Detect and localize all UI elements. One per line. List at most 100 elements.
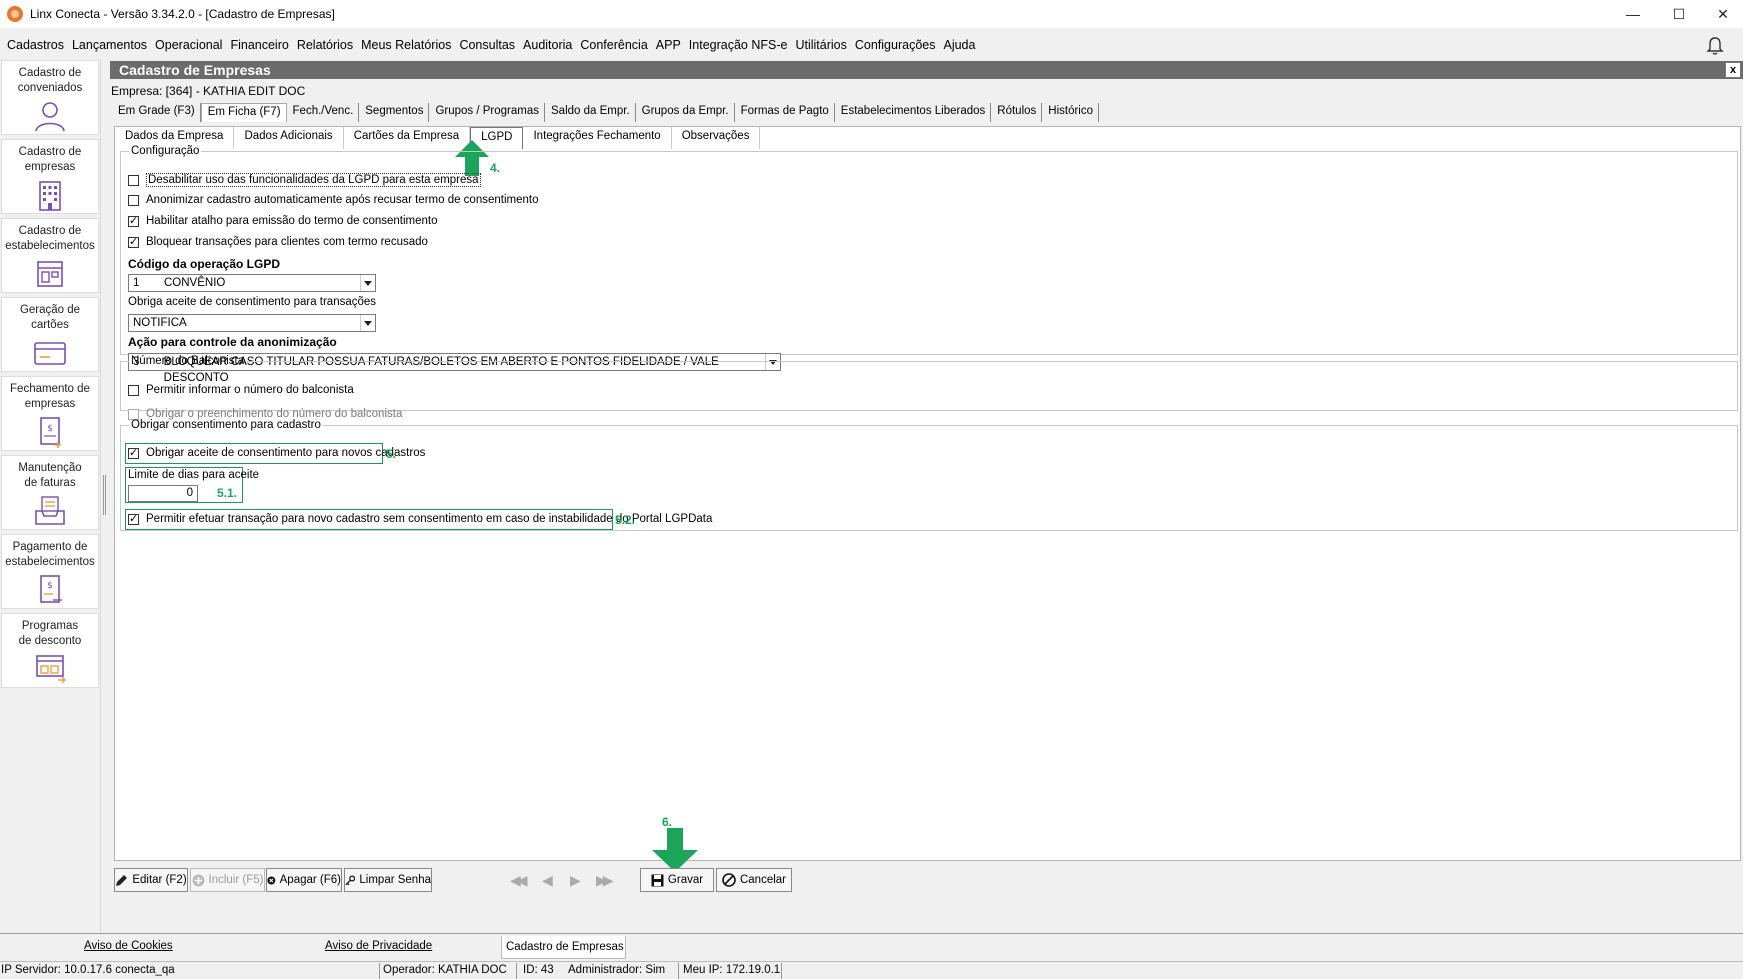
title-bar: Linx Conecta - Versão 3.34.2.0 - [Cadast… — [0, 0, 1743, 28]
first-record-icon: ◀◀ — [510, 872, 527, 888]
menu-consultas[interactable]: Consultas — [455, 38, 519, 52]
cancelar-button[interactable]: Cancelar — [716, 868, 792, 892]
bottom-toolbar: Editar (F2) Incluir (F5) Apagar (F6) Lim… — [114, 866, 1741, 892]
checkbox[interactable] — [128, 384, 139, 396]
tab-formas-pagto[interactable]: Formas de Pagto — [735, 103, 835, 122]
panel-header: Cadastro de Empresas x — [110, 61, 1743, 79]
pencil-icon — [116, 874, 128, 886]
card-icon — [34, 342, 66, 365]
sidebar-item-cartoes[interactable]: Geração de cartões — [1, 297, 99, 372]
menu-operacional[interactable]: Operacional — [151, 38, 226, 52]
delete-icon — [267, 876, 276, 884]
tab-em-ficha[interactable]: Em Ficha (F7) — [200, 103, 287, 122]
tray-icon — [35, 496, 65, 525]
key-icon — [345, 874, 356, 885]
tab-fech-venc[interactable]: Fech./Venc. — [287, 103, 360, 122]
menu-meus-relatorios[interactable]: Meus Relatórios — [357, 38, 455, 52]
codigo-operacao-select[interactable]: 1 CONVÊNIO — [128, 274, 376, 292]
checkbox[interactable] — [128, 512, 139, 526]
menu-integracao-nfse[interactable]: Integração NFS-e — [685, 38, 792, 52]
menu-cadastros[interactable]: Cadastros — [3, 38, 68, 52]
minimize-button[interactable]: — — [1610, 0, 1656, 28]
tab-saldo-empr[interactable]: Saldo da Empr. — [545, 103, 636, 122]
step-5-1-label: 5.1. — [217, 486, 238, 500]
tab-grupos-programas[interactable]: Grupos / Programas — [429, 103, 545, 122]
editar-button[interactable]: Editar (F2) — [114, 868, 188, 892]
tab-historico[interactable]: Histórico — [1042, 103, 1100, 122]
sidebar-item-desconto[interactable]: Programas de desconto — [1, 613, 99, 688]
sidebar-item-faturas[interactable]: Manutenção de faturas — [1, 455, 99, 530]
apagar-button[interactable]: Apagar (F6) — [266, 868, 342, 892]
empresa-label: Empresa: [364] - KATHIA EDIT DOC — [111, 84, 306, 98]
sidebar-item-pagamento[interactable]: Pagamento de estabelecimentos $ — [1, 534, 99, 609]
checkbox[interactable] — [128, 214, 139, 228]
next-record-icon: ▶ — [570, 872, 581, 888]
obriga-aceite-label: Obriga aceite de consentimento para tran… — [128, 296, 377, 308]
limite-dias-label: Limite de dias para aceite — [128, 469, 260, 481]
menu-relatorios[interactable]: Relatórios — [293, 38, 357, 52]
svg-text:$: $ — [47, 424, 53, 434]
limite-dias-input[interactable]: 0 — [128, 485, 198, 502]
menu-financeiro[interactable]: Financeiro — [226, 38, 292, 52]
menu-app[interactable]: APP — [652, 38, 685, 52]
check-desabilitar-lgpd[interactable]: Desabilitar uso das funcionalidades da L… — [128, 173, 481, 187]
open-window-tab[interactable]: Cadastro de Empresas — [501, 936, 626, 959]
menu-utilitarios[interactable]: Utilitários — [791, 38, 850, 52]
check-anonimizar[interactable]: Anonimizar cadastro automaticamente após… — [128, 194, 538, 206]
close-window-button[interactable]: ✕ — [1700, 0, 1743, 28]
menu-conferencia[interactable]: Conferência — [576, 38, 651, 52]
consentimento-legend: Obrigar consentimento para cadastro — [131, 419, 321, 431]
menu-auditoria[interactable]: Auditoria — [519, 38, 576, 52]
checkbox[interactable] — [128, 174, 139, 186]
last-record-icon: ▶▶ — [596, 872, 613, 888]
menu-ajuda[interactable]: Ajuda — [939, 38, 979, 52]
cancel-icon — [722, 873, 736, 887]
status-separator — [781, 963, 782, 979]
aviso-privacidade-link[interactable]: Aviso de Privacidade — [325, 940, 432, 952]
config-legend: Configuração — [131, 145, 200, 157]
svg-text:$: $ — [47, 581, 53, 591]
panel-close-button[interactable]: x — [1725, 62, 1741, 78]
check-bloquear-transacoes[interactable]: Bloquear transações para clientes com te… — [128, 235, 428, 249]
status-meu-ip: Meu IP: 172.19.0.1 — [683, 964, 781, 976]
tab-segmentos[interactable]: Segmentos — [359, 103, 430, 122]
tab-em-grade[interactable]: Em Grade (F3) — [112, 103, 201, 122]
menu-bar: Cadastros Lançamentos Operacional Financ… — [0, 34, 979, 56]
checkbox[interactable] — [128, 235, 139, 249]
chevron-down-icon[interactable] — [360, 275, 375, 291]
check-obrigar-aceite-novos[interactable]: Obrigar aceite de consentimento para nov… — [128, 446, 425, 460]
tab-rotulos[interactable]: Rótulos — [991, 103, 1043, 122]
acao-anonimizacao-label: Ação para controle da anonimização — [128, 335, 337, 349]
tab-estabelecimentos-liberados[interactable]: Estabelecimentos Liberados — [835, 103, 992, 122]
invoice-icon: $ — [40, 417, 61, 448]
status-admin: Administrador: Sim — [568, 964, 666, 976]
sidebar-item-estabelecimentos[interactable]: Cadastro de estabelecimentos — [1, 218, 99, 293]
sidebar-splitter[interactable] — [103, 475, 106, 515]
limpar-senha-button[interactable]: Limpar Senha — [344, 868, 432, 892]
tab-grupos-empr[interactable]: Grupos da Empr. — [636, 103, 735, 122]
obriga-aceite-select[interactable]: NOTIFICA — [128, 314, 376, 332]
checkbox[interactable] — [128, 194, 139, 206]
aviso-cookies-link[interactable]: Aviso de Cookies — [84, 940, 173, 952]
app-logo-icon — [7, 6, 23, 22]
chevron-down-icon[interactable] — [360, 315, 375, 331]
menu-lancamentos[interactable]: Lançamentos — [68, 38, 151, 52]
codigo-operacao-label: Código da operação LGPD — [128, 257, 281, 271]
gravar-button[interactable]: Gravar — [640, 868, 714, 892]
prev-record-icon: ◀ — [542, 872, 553, 888]
checkbox[interactable] — [128, 446, 139, 460]
discount-icon — [36, 655, 66, 684]
window-title: Linx Conecta - Versão 3.34.2.0 - [Cadast… — [30, 7, 335, 21]
footer-divider — [0, 933, 1743, 934]
sidebar-item-conveniados[interactable]: Cadastro de conveniados — [1, 60, 99, 135]
bell-icon[interactable] — [1704, 35, 1726, 57]
menu-configuracoes[interactable]: Configurações — [851, 38, 940, 52]
check-habilitar-atalho[interactable]: Habilitar atalho para emissão do termo d… — [128, 214, 438, 228]
balconista-group: Número do Balconista — [120, 355, 1738, 411]
step-6-label: 6. — [662, 815, 673, 829]
check-permitir-balconista[interactable]: Permitir informar o número do balconista — [128, 384, 354, 396]
maximize-button[interactable]: ☐ — [1656, 0, 1702, 28]
sidebar-item-empresas[interactable]: Cadastro de empresas — [1, 139, 99, 214]
sidebar-item-fechamento[interactable]: Fechamento de empresas $ — [1, 376, 99, 451]
main-tabs: Em Grade (F3) Em Ficha (F7) Fech./Venc. … — [112, 103, 1100, 122]
